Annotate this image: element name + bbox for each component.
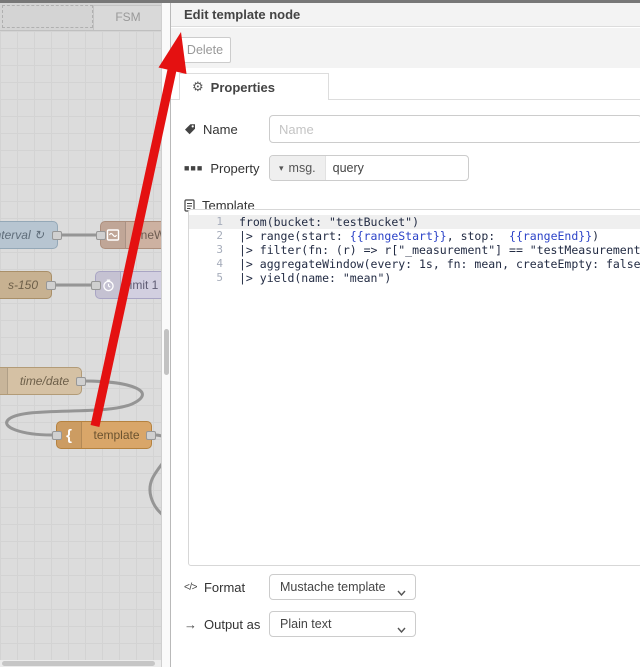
line-number: 2: [216, 229, 223, 242]
line-number: 5: [216, 271, 223, 284]
line-number: 1: [216, 215, 223, 228]
flow-canvas[interactable]: FSM interval ↻ sineW s-150: [0, 3, 161, 667]
top-border: [0, 0, 640, 3]
chevron-down-icon: [397, 622, 406, 636]
function-icon: f: [0, 368, 8, 394]
wire-layer: [5, 233, 161, 522]
flow-workspace[interactable]: interval ↻ sineW s-150 limit 1 ms: [0, 31, 161, 660]
code-line[interactable]: 5 |> yield(name: "mean"): [189, 271, 640, 285]
code-text: |> aggregateWindow(every: 1s, fn: mean, …: [239, 257, 640, 271]
tag-icon: [184, 123, 196, 135]
line-number: 3: [216, 243, 223, 256]
output-port[interactable]: [146, 431, 156, 440]
gear-icon: ⚙: [192, 79, 204, 95]
tab-properties[interactable]: ⚙ Properties: [179, 73, 329, 100]
template-code-editor[interactable]: 1 from(bucket: "testBucket") 2 |> range(sta…: [188, 209, 640, 566]
code-format-icon: </>: [184, 581, 197, 593]
ellipsis-icon: ■■■: [184, 163, 204, 173]
format-label: </> Format: [184, 579, 246, 595]
output-as-label: → Output as: [184, 616, 261, 632]
scrollbar-thumb[interactable]: [164, 329, 169, 375]
node-label: sineW: [132, 228, 161, 242]
output-port[interactable]: [46, 281, 56, 290]
code-text: |> filter(fn: (r) => r["_measurement"] =…: [239, 243, 640, 257]
code-text: |> range(start: {{rangeStart}}, stop: {{…: [239, 229, 600, 243]
node-template[interactable]: { template: [52, 421, 156, 449]
code-text: from(bucket: "testBucket"): [239, 215, 420, 229]
node-ms150[interactable]: s-150: [0, 271, 56, 299]
name-input[interactable]: [269, 115, 640, 143]
node-sinewave[interactable]: sineW: [96, 221, 161, 249]
node-label: interval ↻: [0, 228, 44, 242]
canvas-vertical-scrollbar[interactable]: [161, 3, 170, 667]
code-line[interactable]: 2 |> range(start: {{rangeStart}}, stop: {…: [189, 229, 640, 243]
chevron-down-icon: [397, 585, 406, 599]
output-as-select[interactable]: Plain text: [269, 611, 416, 637]
scrollbar-thumb[interactable]: [2, 661, 155, 666]
code-lines: 1 from(bucket: "testBucket") 2 |> range(sta…: [189, 215, 640, 285]
output-port[interactable]: [52, 231, 62, 240]
name-label: Name: [184, 115, 238, 143]
output-port[interactable]: [76, 377, 86, 386]
code-text: |> yield(name: "mean"): [239, 271, 392, 285]
node-interval[interactable]: interval ↻: [0, 221, 62, 249]
node-label: limit 1 ms: [127, 278, 161, 292]
tab-properties-label: Properties: [210, 79, 275, 95]
tray-title: Edit template node: [171, 3, 640, 27]
node-limit[interactable]: limit 1 ms: [91, 271, 161, 299]
typed-input-type-button[interactable]: ▾ msg.: [270, 156, 326, 180]
code-line[interactable]: 1 from(bucket: "testBucket"): [189, 215, 640, 229]
code-line[interactable]: 3 |> filter(fn: (r) => r["_measurement"] …: [189, 243, 640, 257]
input-port[interactable]: [91, 281, 101, 290]
node-label: time/date: [19, 374, 70, 388]
code-line[interactable]: 4 |> aggregateWindow(every: 1s, fn: mean,…: [189, 257, 640, 271]
canvas-horizontal-scrollbar[interactable]: [0, 660, 161, 667]
property-typed-input[interactable]: ▾ msg. query: [269, 155, 469, 181]
tray-toolbar: Delete: [171, 28, 640, 68]
input-port[interactable]: [96, 231, 106, 240]
caret-down-icon: ▾: [279, 162, 284, 173]
edit-node-tray: Edit template node Delete ⚙ Properties N…: [170, 3, 640, 667]
delete-button[interactable]: Delete: [179, 37, 231, 63]
node-red-editor: FSM interval ↻ sineW s-150: [0, 0, 640, 667]
format-select[interactable]: Mustache template: [269, 574, 416, 600]
wire[interactable]: [148, 433, 161, 522]
workspace-tabbar: FSM: [0, 3, 161, 31]
workspace-tab-fsm[interactable]: FSM: [93, 5, 161, 30]
tray-tabrow: ⚙ Properties: [171, 68, 640, 100]
node-label: s-150: [7, 278, 38, 292]
node-label: template: [93, 428, 140, 442]
node-timedate[interactable]: f time/date: [0, 367, 86, 395]
property-value[interactable]: query: [326, 161, 364, 175]
property-label: ■■■ Property: [184, 160, 260, 176]
arrow-right-icon: →: [184, 616, 197, 632]
input-port[interactable]: [52, 431, 62, 440]
line-number: 4: [216, 257, 223, 270]
workspace-tab-placeholder[interactable]: [2, 5, 93, 28]
